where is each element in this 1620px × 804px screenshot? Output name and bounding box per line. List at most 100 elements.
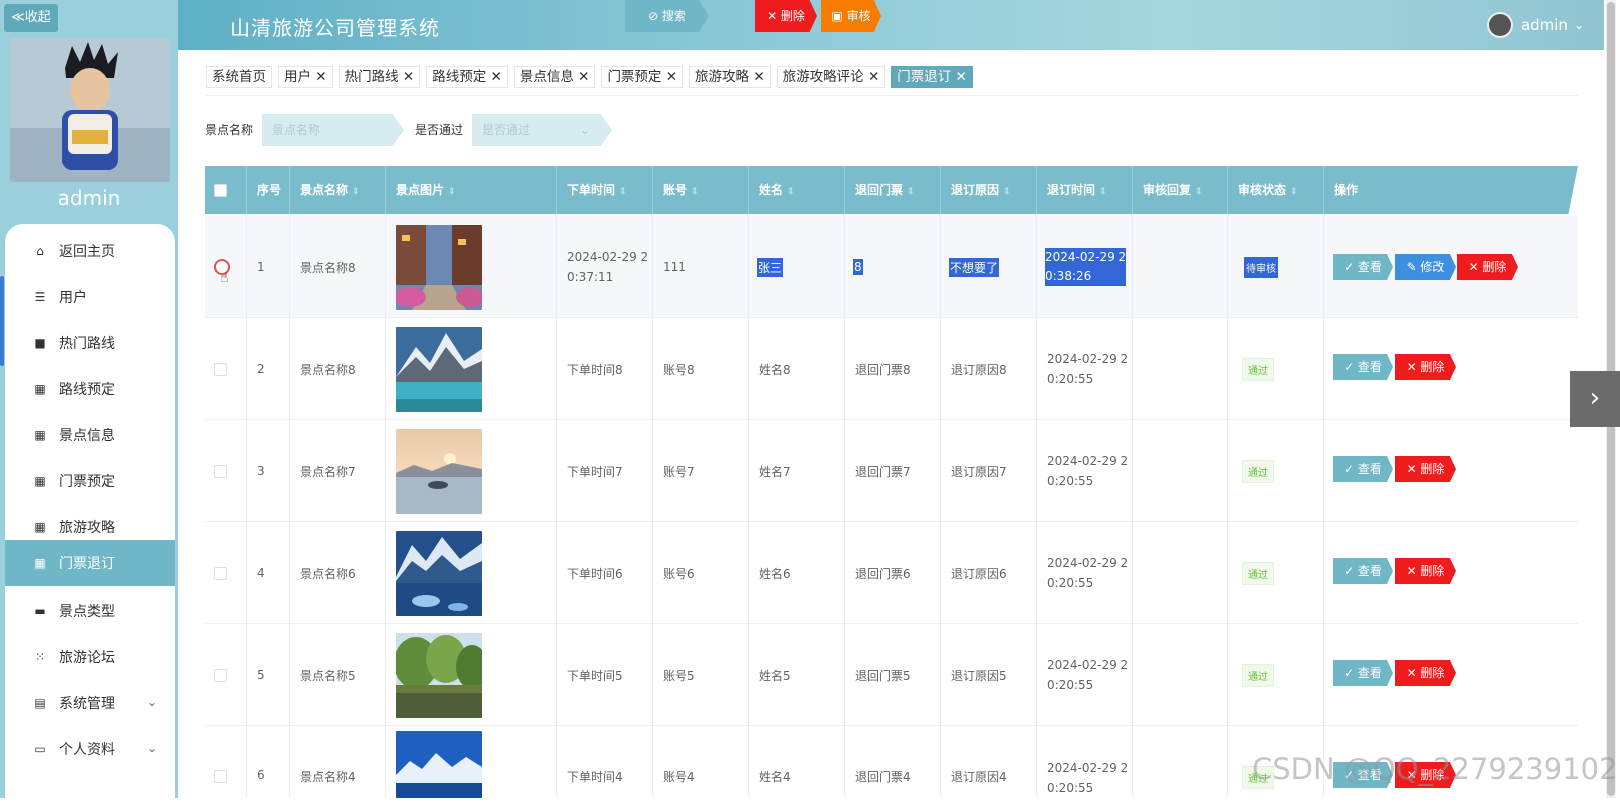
cell-status: 通过 [1228,420,1324,522]
th-ticket[interactable]: 退回门票 ⇕ [845,166,941,214]
chevron-down-icon: ⌄ [579,123,590,137]
select-all-cell[interactable] [205,166,247,214]
bulk-delete-button[interactable]: ✕ 删除 [755,0,817,32]
search-button[interactable]: ⊘ 搜索 [625,0,709,32]
sidebar-item-attractions[interactable]: ▦ 景点信息 [5,412,175,458]
row-checkbox[interactable] [214,770,227,783]
th-account[interactable]: 账号 ⇕ [653,166,749,214]
attraction-image[interactable] [396,224,482,310]
sidebar-item-users[interactable]: ☰ 用户 [5,274,175,320]
delete-button[interactable]: ✕ 删除 [1395,660,1456,686]
sort-icon[interactable]: ⇕ [691,187,699,197]
name-search-input[interactable]: 景点名称 [262,114,404,146]
user-menu[interactable]: admin ⌄ [1486,12,1584,38]
tag-hot-routes[interactable]: 热门路线 ✕ [338,66,421,88]
grid-icon: ▦ [34,556,46,570]
delete-button[interactable]: ✕ 删除 [1395,354,1456,380]
th-order-time[interactable]: 下单时间 ⇕ [557,166,653,214]
chevron-right-icon[interactable]: › [1570,371,1620,427]
row-checkbox[interactable] [214,668,227,682]
tag-ticket-booking[interactable]: 门票预定 ✕ [601,66,684,88]
row-checkbox-cell[interactable] [205,726,247,798]
sidebar-item-attraction-type[interactable]: ▬ 景点类型 [5,588,175,634]
tag-users[interactable]: 用户 ✕ [278,66,333,88]
sort-icon[interactable]: ⇕ [1099,187,1107,197]
cell-refund-time: 2024-02-29 2 0:20:55 [1037,420,1133,522]
cell-status: 通过 [1228,522,1324,624]
cell-name: 景点名称5 [290,624,386,726]
th-name[interactable]: 景点名称 ⇕ [290,166,386,214]
audit-button[interactable]: ▣ 审核 [821,0,881,32]
th-image[interactable]: 景点图片 ⇕ [386,166,557,214]
cell-uname: 姓名7 [749,420,845,522]
th-status[interactable]: 审核状态 ⇕ [1228,166,1324,214]
cell-order-time: 2024-02-29 2 0:37:11 [557,216,653,318]
cell-no: 4 [247,522,290,624]
delete-button[interactable]: ✕ 删除 [1395,456,1456,482]
th-uname[interactable]: 姓名 ⇕ [749,166,845,214]
sidebar-item-forum[interactable]: ⁙ 旅游论坛 [5,634,175,680]
pass-select[interactable]: 是否通过 ⌄ [472,114,612,146]
tag-home[interactable]: 系统首页 [206,66,272,88]
delete-button[interactable]: ✕ 删除 [1457,254,1518,280]
th-refund-time[interactable]: 退订时间 ⇕ [1037,166,1133,214]
cell-ticket: 退回门票5 [845,624,941,726]
cell-reply [1133,420,1228,522]
cell-reason: 退订原因7 [941,420,1037,522]
collapse-button[interactable]: ≪收起 [4,4,58,32]
sidebar-item-profile[interactable]: ▭ 个人资料 ⌄ [5,726,175,772]
attraction-image[interactable] [396,731,482,798]
view-button[interactable]: ✓ 查看 [1333,456,1393,482]
sidebar-item-system[interactable]: ▤ 系统管理 ⌄ [5,680,175,726]
sort-icon[interactable]: ⇕ [619,187,627,197]
view-button[interactable]: ✓ 查看 [1333,354,1393,380]
sort-icon[interactable]: ⇕ [448,187,456,197]
row-checkbox[interactable] [214,566,227,580]
cell-actions: ✓ 查看 ✕ 删除 [1324,624,1578,726]
table-row: 5 景点名称5 下单时间5 账号5 姓名5 退回门票5 退订原因5 2024-0… [205,624,1578,726]
view-button[interactable]: ✓ 查看 [1333,558,1393,584]
row-checkbox-cell[interactable] [205,624,247,726]
cell-image [386,216,557,318]
row-checkbox-cell[interactable] [205,420,247,522]
attraction-image[interactable] [396,428,482,514]
sidebar-item-route-booking[interactable]: ▦ 路线预定 [5,366,175,412]
sort-icon[interactable]: ⇕ [352,187,360,197]
sort-icon[interactable]: ⇕ [787,187,795,197]
sidebar-item-ticket-booking[interactable]: ▦ 门票预定 [5,458,175,504]
sort-icon[interactable]: ⇕ [1290,187,1298,197]
sidebar-item-label: 个人资料 [59,742,115,758]
sidebar-item-label: 门票退订 [59,556,115,572]
th-reply[interactable]: 审核回复 ⇕ [1133,166,1228,214]
tag-attractions[interactable]: 景点信息 ✕ [513,66,596,88]
select-all-checkbox[interactable] [214,184,227,197]
sidebar-item-home[interactable]: ⌂ 返回主页 [5,228,175,274]
edit-button[interactable]: ✎ 修改 [1395,254,1456,280]
sidebar-item-hot-routes[interactable]: ■ 热门路线 [5,320,175,366]
sort-icon[interactable]: ⇕ [1195,187,1203,197]
delete-button[interactable]: ✕ 删除 [1395,558,1456,584]
sidebar-menu: ⌂ 返回主页 ☰ 用户 ■ 热门路线 ▦ 路线预定 ▦ 景点信息 ▦ 门票预定 ▦ 旅游攻略 … [5,224,175,804]
sidebar-item-ticket-refund[interactable]: ▦ 门票退订 [5,540,175,586]
tag-travel-guide[interactable]: 旅游攻略 ✕ [689,66,771,88]
th-reason[interactable]: 退订原因 ⇕ [941,166,1037,214]
sort-icon[interactable]: ⇕ [1003,187,1011,197]
row-checkbox-cell[interactable]: ☝ [205,216,247,318]
view-button[interactable]: ✓ 查看 [1333,254,1393,280]
row-checkbox[interactable] [214,362,227,376]
attraction-image[interactable] [396,530,482,616]
view-button[interactable]: ✓ 查看 [1333,660,1393,686]
tag-guide-comments[interactable]: 旅游攻略评论 ✕ [776,66,886,88]
tag-ticket-refund[interactable]: 门票退订 ✕ [891,66,973,88]
refund-time-line2: 0:20:55 [1047,576,1094,590]
attraction-image[interactable] [396,326,482,412]
sort-icon[interactable]: ⇕ [907,187,915,197]
status-badge: 通过 [1242,357,1274,381]
cell-actions: ✓ 查看 ✎ 修改 ✕ 删除 [1324,216,1578,318]
row-checkbox[interactable] [214,464,227,478]
status-badge: 待审核 [1244,256,1278,278]
attraction-image[interactable] [396,632,482,718]
row-checkbox-cell[interactable] [205,522,247,624]
row-checkbox-cell[interactable] [205,318,247,420]
tag-route-booking[interactable]: 路线预定 ✕ [426,66,508,88]
